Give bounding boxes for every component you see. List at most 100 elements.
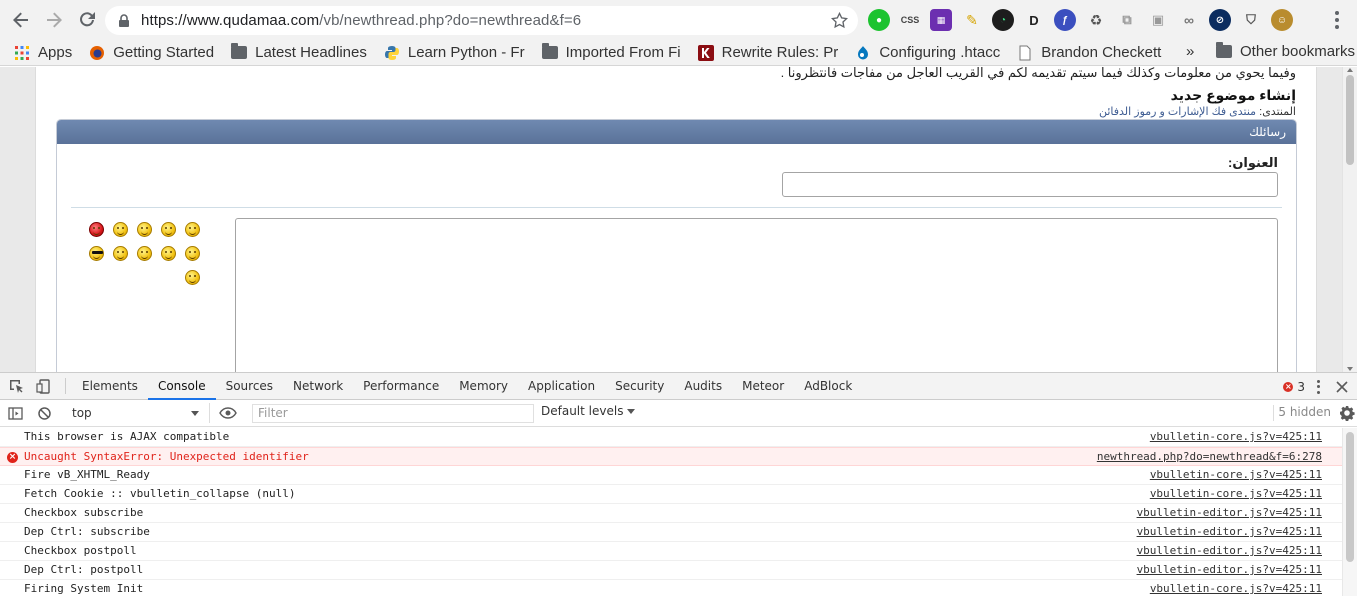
devtools-tab-list: Elements Console Sources Network Perform… — [72, 373, 862, 400]
page-scrollbar[interactable] — [1342, 67, 1357, 372]
log-levels-label: Default levels — [541, 404, 624, 418]
clear-console-icon[interactable] — [31, 400, 58, 427]
scroll-down-icon[interactable] — [1347, 367, 1353, 371]
extension-recycle-icon[interactable]: ♻ — [1085, 9, 1107, 31]
message-source-link[interactable]: vbulletin-editor.js?v=425:11 — [1137, 504, 1322, 522]
extension-page-icon[interactable]: ▣ — [1147, 9, 1169, 31]
tab-network[interactable]: Network — [283, 373, 353, 400]
bookmark-getting-started[interactable]: Getting Started — [89, 44, 214, 61]
smiley-confused-icon[interactable] — [137, 246, 152, 261]
smiley-redface-icon[interactable] — [185, 270, 200, 285]
extension-gauge-icon[interactable]: ◔ — [992, 9, 1014, 31]
message-text: Firing System Init — [24, 582, 144, 595]
tab-audits[interactable]: Audits — [674, 373, 732, 400]
devtools-menu-icon[interactable] — [1317, 379, 1321, 394]
lock-icon — [119, 13, 129, 27]
error-count-badge[interactable]: × 3 — [1283, 380, 1305, 394]
smiley-laugh-icon[interactable] — [185, 222, 200, 237]
bookmarks-overflow-chevron[interactable]: » — [1186, 43, 1194, 60]
extension-css-icon[interactable]: CSS — [899, 9, 921, 31]
devtools-tabbar: Elements Console Sources Network Perform… — [0, 373, 1357, 400]
console-message: Fetch Cookie :: vbulletin_collapse (null… — [0, 485, 1357, 504]
profile-avatar[interactable]: ☺ — [1271, 9, 1293, 31]
extension-f-icon[interactable]: ƒ — [1054, 9, 1076, 31]
message-source-link[interactable]: newthread.php?do=newthread&f=6:278 — [1097, 448, 1322, 466]
smiley-mad-icon[interactable] — [89, 222, 104, 237]
bookmark-latest-headlines[interactable]: Latest Headlines — [231, 43, 367, 61]
scrollbar-thumb[interactable] — [1346, 432, 1354, 562]
message-source-link[interactable]: vbulletin-editor.js?v=425:11 — [1137, 561, 1322, 579]
eye-icon[interactable] — [219, 406, 237, 420]
message-source-link[interactable]: vbulletin-core.js?v=425:11 — [1150, 466, 1322, 484]
devtools-actions: × 3 — [1283, 373, 1357, 400]
console-scrollbar[interactable] — [1342, 428, 1357, 596]
error-icon: × — [7, 452, 18, 463]
extension-shield-icon[interactable]: ⛉ — [1240, 9, 1262, 31]
extension-d-icon[interactable]: D — [1023, 9, 1045, 31]
context-selector[interactable]: top — [65, 403, 210, 423]
close-devtools-icon[interactable] — [1335, 380, 1349, 394]
folder-icon — [1216, 42, 1232, 60]
tab-meteor[interactable]: Meteor — [732, 373, 794, 400]
bookmark-label: Brandon Checkett — [1041, 44, 1162, 61]
console-messages: This browser is AJAX compatible vbulleti… — [0, 428, 1357, 596]
scroll-up-icon[interactable] — [1347, 68, 1353, 72]
message-source-link[interactable]: vbulletin-core.js?v=425:11 — [1150, 485, 1322, 503]
back-button[interactable] — [6, 5, 36, 35]
extension-link-icon[interactable]: ∞ — [1178, 9, 1200, 31]
smiley-tongue-icon[interactable] — [161, 246, 176, 261]
scrollbar-thumb[interactable] — [1346, 75, 1354, 165]
message-source-link[interactable]: vbulletin-editor.js?v=425:11 — [1137, 523, 1322, 541]
show-sidebar-icon[interactable] — [2, 400, 29, 427]
other-bookmarks-label: Other bookmarks — [1240, 43, 1356, 60]
smiley-frown-icon[interactable] — [113, 222, 128, 237]
forum-link[interactable]: منتدى فك الإشارات و رموز الدفائن — [1099, 106, 1256, 118]
browser-menu-icon[interactable] — [1327, 10, 1347, 30]
reload-button[interactable] — [72, 5, 102, 35]
extension-globe-icon[interactable]: ⊘ — [1209, 9, 1231, 31]
tab-performance[interactable]: Performance — [353, 373, 449, 400]
bookmark-imported-from[interactable]: Imported From Fi — [541, 43, 681, 61]
message-source-link[interactable]: vbulletin-core.js?v=425:11 — [1150, 428, 1322, 446]
tab-application[interactable]: Application — [518, 373, 605, 400]
other-bookmarks[interactable]: Other bookmarks — [1216, 42, 1356, 60]
message-source-link[interactable]: vbulletin-editor.js?v=425:11 — [1137, 542, 1322, 560]
bookmark-apps[interactable]: Apps — [14, 44, 72, 61]
bookmark-rewrite-rules[interactable]: Rewrite Rules: Pr — [697, 44, 838, 61]
toolbar-divider — [65, 378, 66, 394]
smiley-smile-icon[interactable] — [161, 222, 176, 237]
extension-green-icon[interactable]: ● — [868, 9, 890, 31]
bookmark-brandon-checkett[interactable]: Brandon Checkett — [1017, 44, 1161, 61]
bookmark-star-icon[interactable] — [831, 12, 848, 29]
intro-text: وفيما يحوي من معلومات وكذلك فيما سيتم تق… — [780, 67, 1296, 80]
tab-security[interactable]: Security — [605, 373, 674, 400]
extension-puzzle-icon[interactable]: ⧉ — [1116, 9, 1138, 31]
smiley-biggrin-icon[interactable] — [137, 222, 152, 237]
page-title: إنشاء موضوع جديد — [1170, 87, 1296, 103]
bookmark-learn-python[interactable]: Learn Python - Fr — [384, 44, 525, 61]
device-toolbar-icon[interactable] — [30, 373, 57, 400]
tab-elements[interactable]: Elements — [72, 373, 148, 400]
folder-icon — [231, 43, 248, 61]
forward-button[interactable] — [39, 5, 69, 35]
address-bar[interactable]: https://www.qudamaa.com/vb/newthread.php… — [105, 6, 858, 35]
console-filter-input[interactable]: Filter — [252, 404, 534, 423]
gear-icon[interactable] — [1339, 405, 1355, 421]
smiley-eek-icon[interactable] — [185, 246, 200, 261]
tab-adblock[interactable]: AdBlock — [794, 373, 862, 400]
subject-input[interactable] — [782, 172, 1278, 197]
smiley-cool-icon[interactable] — [89, 246, 104, 261]
message-textarea[interactable] — [235, 218, 1278, 372]
bookmark-configuring-htaccess[interactable]: Configuring .htacc — [855, 44, 1000, 61]
inspect-element-icon[interactable] — [3, 373, 30, 400]
extension-broom-icon[interactable]: ✎ — [961, 9, 983, 31]
url-host: https://www.qudamaa.com — [141, 12, 320, 29]
extension-grid-icon[interactable]: ▦ — [930, 9, 952, 31]
tab-console[interactable]: Console — [147, 373, 216, 400]
message-source-link[interactable]: vbulletin-core.js?v=425:11 — [1150, 580, 1322, 596]
log-levels-dropdown[interactable]: Default levels — [541, 404, 636, 418]
tab-sources[interactable]: Sources — [216, 373, 283, 400]
smiley-wink-icon[interactable] — [113, 246, 128, 261]
message-text: Uncaught SyntaxError: Unexpected identif… — [24, 450, 309, 463]
tab-memory[interactable]: Memory — [449, 373, 518, 400]
